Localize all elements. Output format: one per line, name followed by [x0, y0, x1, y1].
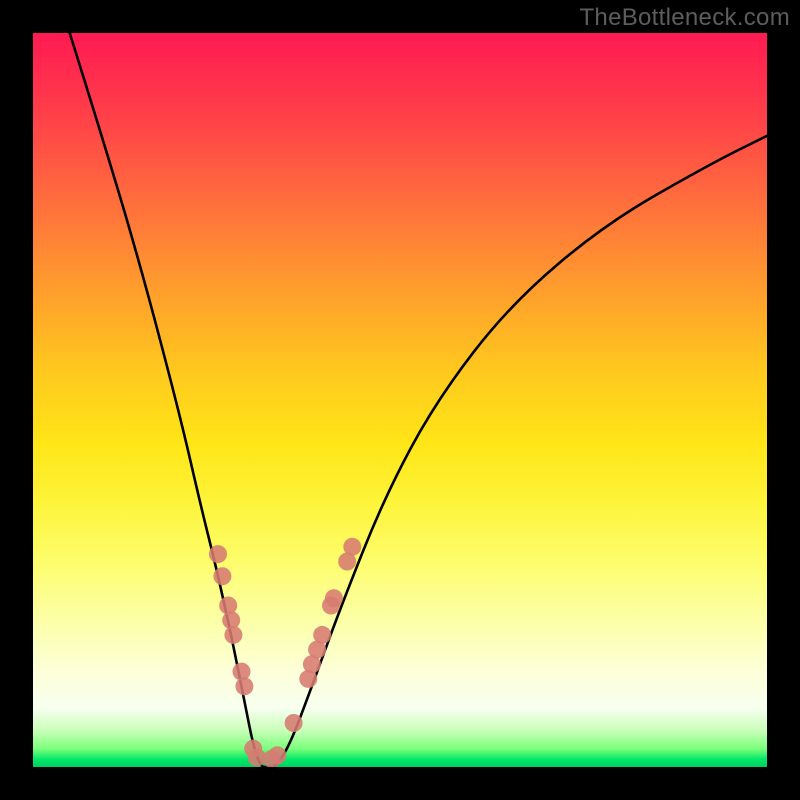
marker-point [224, 626, 242, 644]
marker-point [209, 545, 227, 563]
marker-point [343, 538, 361, 556]
bottleneck-curve [70, 33, 767, 767]
watermark-text: TheBottleneck.com [579, 4, 790, 32]
bottleneck-curve-svg [33, 33, 767, 767]
marker-point [313, 626, 331, 644]
plot-area [33, 33, 767, 767]
marker-point [285, 714, 303, 732]
marker-group [209, 538, 361, 767]
marker-point [268, 746, 286, 764]
marker-point [325, 589, 343, 607]
marker-point [213, 567, 231, 585]
chart-frame: TheBottleneck.com [0, 0, 800, 800]
marker-point [235, 677, 253, 695]
